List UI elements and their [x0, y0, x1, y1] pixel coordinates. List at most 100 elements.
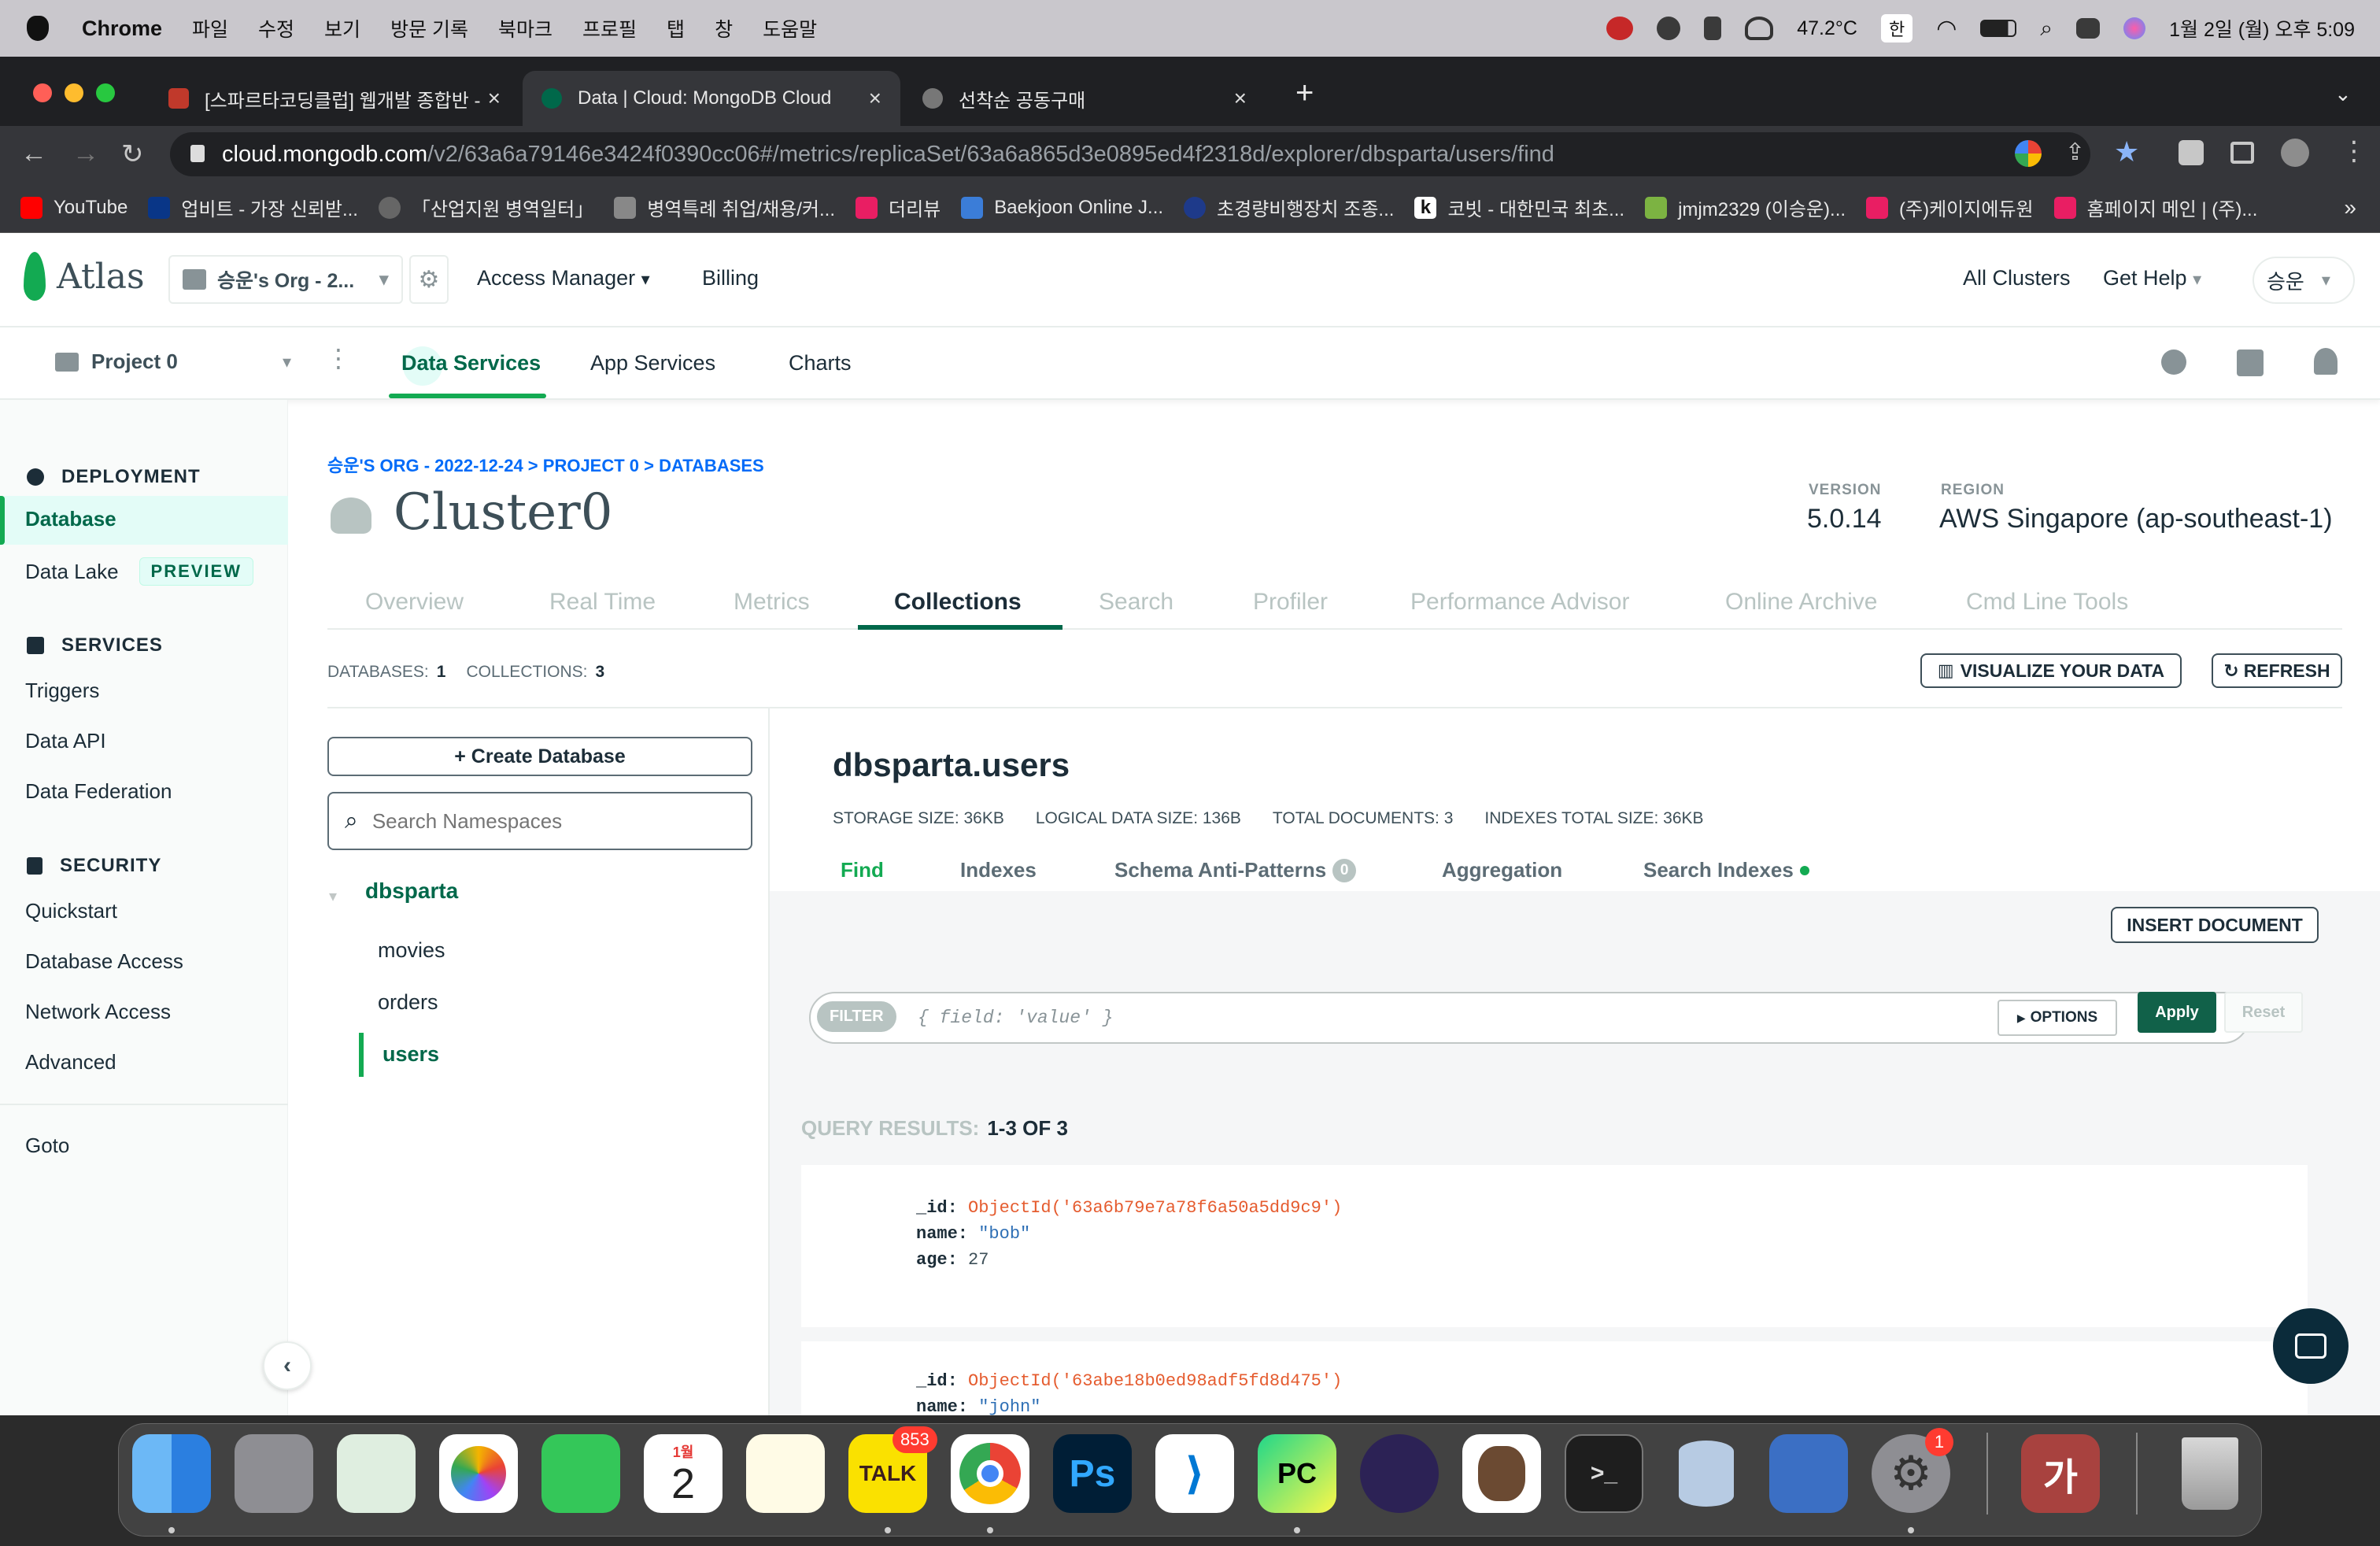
spotlight-search-icon[interactable]: ⌕ — [2040, 16, 2053, 42]
reset-button[interactable]: Reset — [2224, 992, 2303, 1033]
org-selector[interactable]: 승운's Org - 2... ▾ — [168, 255, 403, 304]
chrome-menu-icon[interactable]: ⋮ — [2341, 135, 2367, 167]
access-manager-menu[interactable]: Access Manager ▾ — [477, 266, 650, 290]
sidebar-item-data-lake[interactable]: Data Lake PREVIEW — [25, 557, 253, 586]
atlas-logo-text[interactable]: Atlas — [57, 257, 145, 297]
sidebar-item-triggers[interactable]: Triggers — [25, 679, 99, 703]
visualize-data-button[interactable]: ▥ VISUALIZE YOUR DATA — [1920, 653, 2182, 688]
collection-item-users[interactable]: users — [382, 1042, 439, 1067]
filter-input[interactable]: { field: 'value' } — [918, 1008, 1113, 1028]
bookmark-item[interactable]: 업비트 - 가장 신뢰받... — [148, 194, 358, 221]
bookmark-item[interactable]: k 코빗 - 대한민국 최초... — [1414, 194, 1624, 221]
tab-cmd-line-tools[interactable]: Cmd Line Tools — [1966, 589, 2128, 616]
notes-icon[interactable] — [746, 1434, 825, 1513]
create-database-button[interactable]: + Create Database — [327, 737, 752, 776]
browser-tab[interactable]: [스파르타코딩클럽] 웹개발 종합반 - × — [150, 71, 519, 126]
tab-search[interactable]: Search — [1099, 589, 1173, 616]
terminal-icon[interactable]: >_ — [1565, 1434, 1643, 1513]
control-center-icon[interactable] — [2076, 18, 2101, 39]
menu-item[interactable]: 북마크 — [498, 14, 552, 43]
tab-performance-advisor[interactable]: Performance Advisor — [1410, 589, 1629, 616]
project-menu-icon[interactable]: ⋮ — [326, 343, 351, 373]
get-help-menu[interactable]: Get Help ▾ — [2103, 266, 2201, 290]
bookmark-item[interactable]: 「산업지원 병역일터」 — [378, 194, 593, 221]
subtab-schema-anti-patterns[interactable]: Schema Anti-Patterns 0 — [1114, 858, 1357, 882]
collection-item-orders[interactable]: orders — [378, 990, 438, 1015]
invite-user-icon[interactable] — [2161, 350, 2186, 375]
bookmark-star-icon[interactable]: ★ — [2114, 135, 2139, 168]
tab-collections[interactable]: Collections — [894, 589, 1022, 616]
refresh-button[interactable]: ↻ REFRESH — [2212, 653, 2342, 688]
address-bar[interactable]: cloud.mongodb.com/v2/63a6a79146e3424f039… — [170, 132, 2090, 176]
bookmark-item[interactable]: 병역특례 취업/채용/커... — [614, 194, 835, 221]
extensions-icon[interactable] — [2179, 140, 2204, 165]
activity-feed-icon[interactable] — [2237, 350, 2264, 376]
bookmark-item[interactable]: jmjm2329 (이승운)... — [1645, 194, 1846, 221]
caret-down-icon[interactable]: ▾ — [329, 886, 337, 906]
apply-button[interactable]: Apply — [2138, 992, 2216, 1033]
sidebar-item-quickstart[interactable]: Quickstart — [25, 899, 117, 923]
menu-item[interactable]: 수정 — [258, 14, 294, 43]
sidebar-item-data-api[interactable]: Data API — [25, 729, 106, 753]
menu-item[interactable]: 탭 — [667, 14, 685, 43]
tab-online-archive[interactable]: Online Archive — [1725, 589, 1877, 616]
bookmark-item[interactable]: (주)케이지에듀원 — [1866, 194, 2034, 221]
clock[interactable]: 1월 2일 (월) 오후 5:09 — [2169, 14, 2355, 43]
tab-charts[interactable]: Charts — [789, 351, 852, 375]
window-zoom-button[interactable] — [96, 83, 115, 102]
photos-icon[interactable] — [439, 1434, 518, 1513]
trash-icon[interactable] — [2171, 1434, 2249, 1513]
dbeaver-icon[interactable] — [1462, 1434, 1541, 1513]
menu-item[interactable]: 프로필 — [582, 14, 637, 43]
subtab-find[interactable]: Find — [841, 858, 884, 882]
bookmark-item[interactable]: Baekjoon Online J... — [961, 196, 1163, 219]
fork-icon[interactable] — [1704, 17, 1722, 40]
sidebar-item-database[interactable]: Database — [0, 496, 288, 545]
apple-icon[interactable] — [27, 16, 49, 41]
input-source-badge[interactable]: 한 — [1880, 14, 1913, 43]
airpods-icon[interactable] — [1745, 17, 1774, 40]
close-tab-icon[interactable]: × — [869, 86, 881, 111]
sidebar-item-advanced[interactable]: Advanced — [25, 1050, 116, 1074]
document-card[interactable]: _id: ObjectId('63abe18b0ed98adf5fd8d475'… — [801, 1341, 2308, 1415]
back-icon[interactable]: ← — [20, 139, 47, 169]
bell-icon[interactable] — [2314, 348, 2338, 375]
new-tab-icon[interactable]: + — [1295, 76, 1314, 111]
tab-search-chevron-icon[interactable]: ⌄ — [2334, 82, 2352, 106]
browser-tab-active[interactable]: Data | Cloud: MongoDB Cloud × — [523, 71, 900, 126]
org-settings-gear-icon[interactable]: ⚙ — [409, 255, 449, 304]
tab-profiler[interactable]: Profiler — [1253, 589, 1328, 616]
bookmark-item[interactable]: YouTube — [20, 196, 128, 219]
finder-icon[interactable] — [132, 1434, 211, 1513]
bookmark-item[interactable]: 더리뷰 — [856, 194, 941, 221]
search-namespaces-field[interactable]: ⌕ — [327, 792, 752, 850]
sequel-ace-icon[interactable] — [1667, 1434, 1746, 1513]
tab-metrics[interactable]: Metrics — [734, 589, 810, 616]
insert-document-button[interactable]: INSERT DOCUMENT — [2111, 907, 2319, 943]
sidebar-item-goto[interactable]: Goto — [25, 1134, 69, 1158]
forward-icon[interactable]: → — [72, 139, 99, 169]
menu-item[interactable]: 방문 기록 — [390, 14, 468, 43]
more-bookmarks-icon[interactable]: » — [2344, 195, 2356, 220]
menu-item[interactable]: 보기 — [324, 14, 360, 43]
tab-app-services[interactable]: App Services — [590, 351, 715, 375]
tab-real-time[interactable]: Real Time — [549, 589, 656, 616]
search-namespaces-input[interactable] — [371, 808, 719, 834]
sidebar-item-network-access[interactable]: Network Access — [25, 1000, 171, 1024]
bookmark-item[interactable]: 홈페이지 메인 | (주)... — [2053, 194, 2257, 221]
eclipse-icon[interactable] — [1360, 1434, 1439, 1513]
dictionary-icon[interactable]: 가 — [2021, 1434, 2100, 1513]
menu-item[interactable]: 도움말 — [763, 14, 817, 43]
support-chat-button[interactable] — [2273, 1308, 2349, 1384]
calendar-icon[interactable]: 1월 2 — [644, 1434, 722, 1513]
side-panel-icon[interactable] — [2230, 142, 2254, 164]
options-button[interactable]: ▶ OPTIONS — [1998, 1000, 2117, 1036]
bookmark-item[interactable]: 초경량비행장치 조종... — [1184, 194, 1394, 221]
project-selector[interactable]: Project 0 ▾ — [55, 350, 291, 374]
close-tab-icon[interactable]: × — [488, 86, 501, 111]
breadcrumb[interactable]: 승운'S ORG - 2022-12-24 > PROJECT 0 > DATA… — [327, 452, 764, 477]
menu-item[interactable]: 파일 — [192, 14, 228, 43]
tab-overview[interactable]: Overview — [365, 589, 464, 616]
subtab-aggregation[interactable]: Aggregation — [1442, 858, 1562, 882]
wifi-icon[interactable]: ◠ — [1936, 15, 1957, 43]
